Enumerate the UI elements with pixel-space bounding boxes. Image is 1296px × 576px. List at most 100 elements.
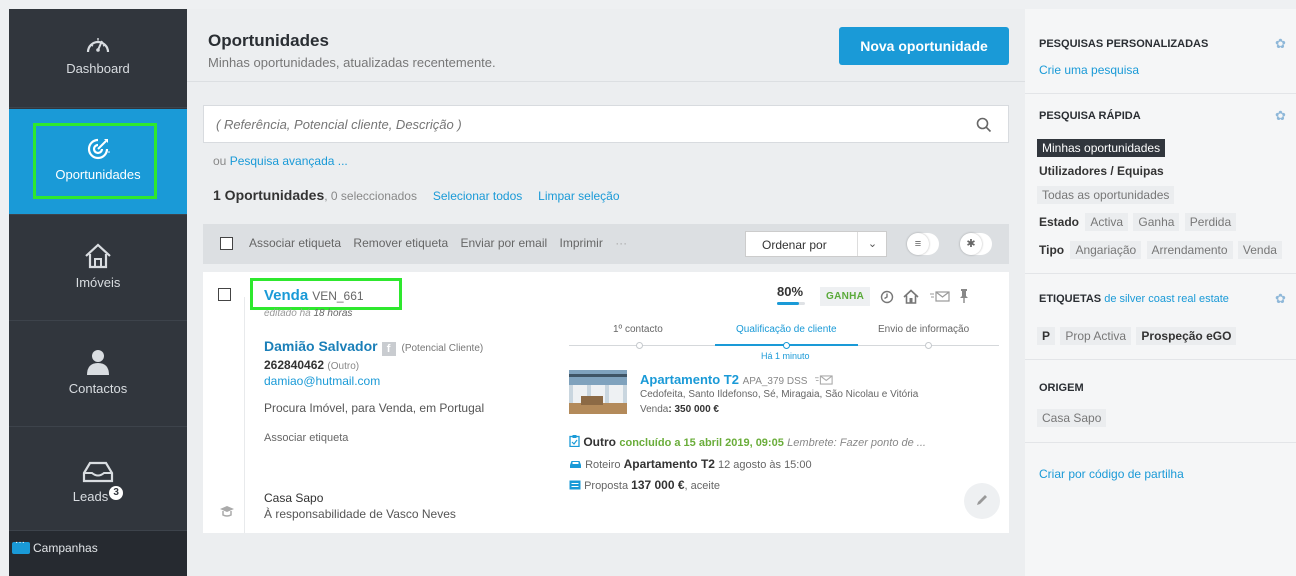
all-opportunities-row: Todas as oportunidades <box>1037 186 1176 204</box>
facebook-icon[interactable]: f <box>381 342 396 356</box>
nav-imoveis[interactable]: Imóveis <box>9 215 187 321</box>
activity-visit[interactable]: Roteiro Apartamento T2 12 agosto às 15:0… <box>569 457 812 471</box>
progress-bar <box>777 302 805 305</box>
results-count: 1 Oportunidades <box>213 187 325 203</box>
responsible: À responsabilidade de Vasco Neves <box>264 507 456 521</box>
property-name: Apartamento T2 <box>640 372 739 387</box>
gear-icon[interactable]: ✿ <box>1275 108 1286 124</box>
client-phone[interactable]: 262840462 <box>264 358 324 372</box>
filter-type-acquisition[interactable]: Angariação <box>1070 241 1142 259</box>
pipeline-dot-current <box>783 342 790 349</box>
remove-tag-action[interactable]: Remover etiqueta <box>353 236 448 250</box>
sort-select[interactable]: Ordenar por ⌄ <box>745 231 887 257</box>
list-view-toggle[interactable]: ≡ <box>907 233 939 255</box>
tags-title: ETIQUETAS de silver coast real estate <box>1039 293 1229 305</box>
property-price: : 350 000 € <box>668 404 719 415</box>
type-filter-row: Tipo Angariação Arrendamento Venda <box>1039 241 1284 259</box>
panel-divider <box>1025 93 1296 94</box>
nav-dashboard[interactable]: Dashboard <box>9 9 187 108</box>
nav-campanhas-label: Campanhas <box>33 540 98 555</box>
sort-label: Ordenar por <box>762 238 827 252</box>
bulk-actions: Associar etiqueta Remover etiqueta Envia… <box>249 236 636 250</box>
status-badge: GANHA <box>820 287 871 306</box>
header-divider <box>187 81 1025 82</box>
associate-tag-action[interactable]: Associar etiqueta <box>249 236 341 250</box>
type-label: Tipo <box>1039 243 1065 257</box>
clock-icon[interactable] <box>880 290 894 304</box>
activity-task[interactable]: Outro concluído a 15 abril 2019, 09:05 L… <box>569 435 926 449</box>
select-all-link[interactable]: Selecionar todos <box>433 189 522 203</box>
activity-proposal-value: 137 000 € <box>631 478 685 492</box>
print-action[interactable]: Imprimir <box>560 236 603 250</box>
nav-leads[interactable]: Leads 3 <box>9 427 187 531</box>
filter-type-rental[interactable]: Arrendamento <box>1146 241 1233 259</box>
sidebar: Dashboard Oportunidades Imóveis Contacto… <box>9 9 187 576</box>
pin-icon: ✱ <box>960 233 982 255</box>
house-icon[interactable] <box>903 289 919 304</box>
page-title: Oportunidades <box>208 31 329 50</box>
pin-view-toggle[interactable]: ✱ <box>960 233 992 255</box>
edit-button[interactable] <box>964 483 1000 519</box>
state-filter-row: Estado Activa Ganha Perdida <box>1039 213 1238 231</box>
stage-3[interactable]: Envio de informação <box>878 324 969 335</box>
edited-prefix: editado há <box>264 308 314 319</box>
create-by-share-code-link[interactable]: Criar por código de partilha <box>1039 467 1184 481</box>
list-icon: ≡ <box>907 233 929 255</box>
users-teams-label[interactable]: Utilizadores / Equipas <box>1039 164 1164 178</box>
advanced-search-link[interactable]: Pesquisa avançada ... <box>230 154 348 168</box>
gear-icon[interactable]: ✿ <box>1275 291 1286 307</box>
associate-tag-link[interactable]: Associar etiqueta <box>264 432 348 444</box>
search-icon[interactable] <box>976 117 992 133</box>
search-input[interactable] <box>203 105 1009 143</box>
activity-task-type: Outro <box>583 435 617 449</box>
email-sent-icon[interactable] <box>815 375 833 385</box>
client-email[interactable]: damiao@hutmail.com <box>264 374 380 388</box>
panel-divider <box>1025 442 1296 443</box>
pipeline-time: Há 1 minuto <box>761 351 810 361</box>
clipboard-icon <box>569 435 580 448</box>
send-email-action[interactable]: Enviar por email <box>460 236 547 250</box>
new-opportunity-button[interactable]: Nova oportunidade <box>839 27 1009 65</box>
tag-prospecao-ego[interactable]: Prospeção eGO <box>1136 327 1237 345</box>
bulk-toolbar: Associar etiqueta Remover etiqueta Envia… <box>203 224 1009 264</box>
filter-type-sale[interactable]: Venda <box>1237 241 1282 259</box>
edited-value: 18 horas <box>313 308 353 319</box>
origin-row: Casa Sapo <box>1037 409 1108 427</box>
origin-title: ORIGEM <box>1039 382 1084 394</box>
select-all-checkbox[interactable] <box>220 237 233 250</box>
activity-proposal[interactable]: Proposta 137 000 €, aceite <box>569 478 720 492</box>
opportunity-card[interactable]: Venda VEN_661 editado há 18 horas Damião … <box>203 272 1009 533</box>
filter-origin-casa-sapo[interactable]: Casa Sapo <box>1037 409 1107 427</box>
inbox-icon <box>82 461 114 483</box>
filter-state-lost[interactable]: Perdida <box>1184 213 1237 231</box>
stage-current[interactable]: Qualificação de cliente <box>736 324 837 335</box>
tag-p[interactable]: P <box>1037 327 1056 345</box>
filters-panel: PESQUISAS PERSONALIZADAS ✿ Crie uma pesq… <box>1025 9 1296 576</box>
search-description: Procura Imóvel, para Venda, em Portugal <box>264 401 485 415</box>
more-actions[interactable]: ··· <box>615 236 627 250</box>
tag-prop-activa[interactable]: Prop Activa <box>1060 327 1132 345</box>
email-sent-icon[interactable] <box>930 291 950 302</box>
nav-contactos[interactable]: Contactos <box>9 321 187 427</box>
gear-icon[interactable]: ✿ <box>1275 36 1286 52</box>
tags-title-suffix: de silver coast real estate <box>1101 293 1229 305</box>
nav-campanhas[interactable]: Campanhas <box>9 531 187 576</box>
opportunity-checkbox[interactable] <box>218 288 231 301</box>
clear-selection-link[interactable]: Limpar seleção <box>538 189 619 203</box>
filter-my-opportunities[interactable]: Minhas oportunidades <box>1037 139 1166 157</box>
stage-1[interactable]: 1º contacto <box>613 324 663 335</box>
pin-icon[interactable] <box>959 288 969 304</box>
property-photo[interactable] <box>569 370 627 414</box>
filter-state-won[interactable]: Ganha <box>1133 213 1180 231</box>
client-name[interactable]: Damião Salvador <box>264 338 378 354</box>
chat-icon <box>12 537 30 554</box>
panel-divider <box>1025 273 1296 274</box>
filter-all-opportunities[interactable]: Todas as oportunidades <box>1037 186 1175 204</box>
graduation-cap-icon <box>220 506 234 517</box>
nav-leads-label: Leads <box>72 489 109 504</box>
results-summary: 1 Oportunidades, 0 seleccionados Selecio… <box>213 187 620 203</box>
property-title[interactable]: Apartamento T2 APA_379 DSS <box>640 372 833 387</box>
create-search-link[interactable]: Crie uma pesquisa <box>1039 63 1139 77</box>
highlight-box-opportunity <box>250 278 402 310</box>
filter-state-active[interactable]: Activa <box>1085 213 1129 231</box>
